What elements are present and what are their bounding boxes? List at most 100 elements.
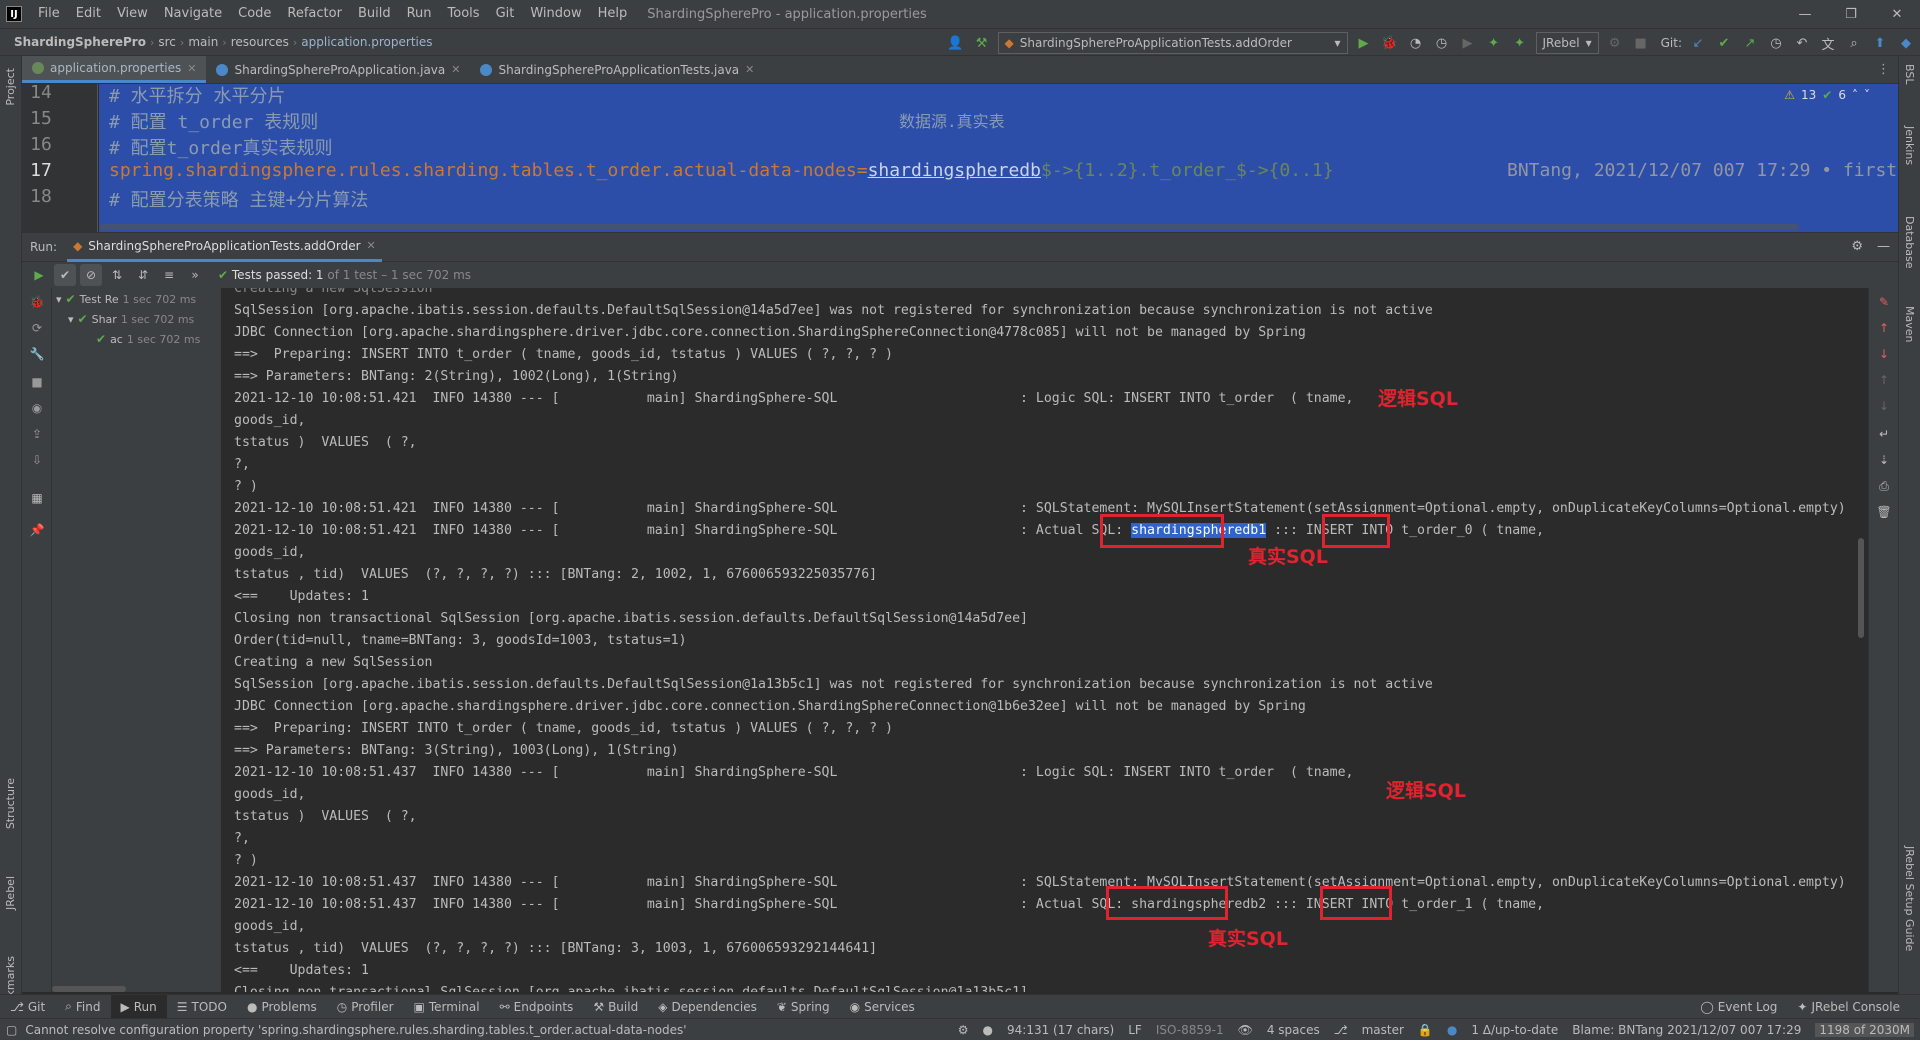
tool-git[interactable]: ⎇ Git xyxy=(0,995,55,1019)
project-tool-tab[interactable]: Project xyxy=(4,68,17,106)
gear-icon[interactable]: ⚙ xyxy=(1851,239,1863,254)
stop-square-icon[interactable]: ■ xyxy=(1631,33,1651,53)
chevron-up-icon[interactable]: ˄ xyxy=(1852,88,1858,102)
rollback-icon[interactable]: ↶ xyxy=(1792,33,1812,53)
jrebel-select[interactable]: JRebel ▾ xyxy=(1535,32,1599,54)
jrebel-debug-icon[interactable]: ✦ xyxy=(1510,33,1530,53)
menu-navigate[interactable]: Navigate xyxy=(156,0,230,28)
toolbox-icon[interactable]: ◆ xyxy=(1896,33,1916,53)
sort-alpha-icon[interactable]: ⇅ xyxy=(106,264,128,286)
down-icon[interactable]: ↓ xyxy=(1874,396,1894,416)
show-ignored-icon[interactable]: ⊘ xyxy=(80,264,102,286)
translate-icon[interactable]: 文 xyxy=(1818,33,1838,53)
chevron-down-icon[interactable]: ˅ xyxy=(1864,88,1870,102)
import-icon[interactable]: ⇩ xyxy=(27,450,47,470)
tool-spring[interactable]: ❦ Spring xyxy=(767,995,840,1019)
tool-find[interactable]: ⌕ Find xyxy=(55,995,110,1019)
arrow-up-icon[interactable]: ↑ xyxy=(1874,318,1894,338)
code-editor[interactable]: 14 15 16 17 18 # 水平拆分 水平分片 # 配置 t_order … xyxy=(22,84,1898,232)
tree-row-root[interactable]: ▾ ✔ Test Re 1 sec 702 ms xyxy=(56,292,196,306)
menu-code[interactable]: Code xyxy=(230,0,279,28)
tree-row-class[interactable]: ▾ ✔ Shar 1 sec 702 ms xyxy=(68,312,194,326)
coverage-icon[interactable]: ◔ xyxy=(1406,33,1426,53)
tree-row-method[interactable]: ✔ ac 1 sec 702 ms xyxy=(96,332,200,346)
close-icon[interactable]: ✕ xyxy=(745,63,754,76)
tab-application-tests-java[interactable]: ShardingSphereProApplicationTests.java ✕ xyxy=(470,56,764,83)
tab-application-java[interactable]: ShardingSphereProApplication.java ✕ xyxy=(206,56,470,83)
tab-application-properties[interactable]: application.properties ✕ xyxy=(22,56,207,83)
status-message[interactable]: Cannot resolve configuration property 's… xyxy=(17,1023,686,1037)
hide-icon[interactable]: — xyxy=(1877,239,1890,254)
menu-edit[interactable]: Edit xyxy=(68,0,109,28)
file-encoding[interactable]: ISO-8859-1 xyxy=(1156,1023,1224,1037)
tool-jrebel-console[interactable]: ✦ JRebel Console xyxy=(1787,995,1910,1019)
tool-problems[interactable]: ● Problems xyxy=(237,995,327,1019)
git-commit-icon[interactable]: ✔ xyxy=(1714,33,1734,53)
scroll-to-end-icon[interactable]: ⇣ xyxy=(1874,450,1894,470)
jrebel-setup-guide-tab[interactable]: JRebel Setup Guide xyxy=(1903,846,1916,951)
clear-filter-icon[interactable]: ✎ xyxy=(1874,292,1894,312)
status-window-icon[interactable]: ▢ xyxy=(0,1023,17,1037)
git-push-icon[interactable]: ↗ xyxy=(1740,33,1760,53)
tree-horizontal-scrollbar[interactable] xyxy=(52,986,126,992)
run-tab[interactable]: ◆ ShardingSphereProApplicationTests.addO… xyxy=(67,232,382,262)
close-icon[interactable]: ✕ xyxy=(367,239,376,252)
search-icon[interactable]: ⌕ xyxy=(1844,33,1864,53)
sort-duration-icon[interactable]: ⇵ xyxy=(132,264,154,286)
editor-horizontal-scrollbar[interactable] xyxy=(99,224,1799,230)
profile-icon[interactable]: ◷ xyxy=(1432,33,1452,53)
caret-position[interactable]: 94:131 (17 chars) xyxy=(1007,1023,1114,1037)
menu-window[interactable]: Window xyxy=(522,0,589,28)
tool-dependencies[interactable]: ◈ Dependencies xyxy=(648,995,767,1019)
close-icon[interactable]: ✕ xyxy=(451,63,460,76)
wrench-icon[interactable]: 🔧 xyxy=(27,344,47,364)
lock-icon[interactable]: 🔒 xyxy=(1418,1023,1433,1037)
run-icon[interactable]: ▶ xyxy=(1354,33,1374,53)
tool-todo[interactable]: ☰ TODO xyxy=(167,995,237,1019)
inspection-widget[interactable]: ⚠ 13 ✔ 6 ˄ ˅ xyxy=(1784,88,1870,102)
indent-setting[interactable]: 4 spaces xyxy=(1267,1023,1320,1037)
tool-services[interactable]: ◉ Services xyxy=(840,995,925,1019)
tool-endpoints[interactable]: ⚯ Endpoints xyxy=(490,995,584,1019)
git-branch[interactable]: master xyxy=(1362,1023,1404,1037)
bsl-tool-tab[interactable]: BSL xyxy=(1903,64,1916,84)
console-output[interactable]: Creating a new SqlSession SqlSession [or… xyxy=(222,288,1868,992)
jrebel-run-icon[interactable]: ✦ xyxy=(1484,33,1504,53)
tool-terminal[interactable]: ▣ Terminal xyxy=(404,995,490,1019)
update-ide-icon[interactable]: ⬆ xyxy=(1870,33,1890,53)
structure-tool-tab[interactable]: Structure xyxy=(4,778,17,829)
tool-build[interactable]: ⚒ Build xyxy=(583,995,648,1019)
property-value-link[interactable]: shardingspheredb xyxy=(868,160,1041,181)
debug-icon[interactable]: 🐞 xyxy=(1380,33,1400,53)
soft-wrap-icon[interactable]: ↵ xyxy=(1874,424,1894,444)
close-icon[interactable]: ✕ xyxy=(187,62,196,75)
menu-git[interactable]: Git xyxy=(488,0,523,28)
breadcrumb-resources[interactable]: resources xyxy=(227,35,293,49)
jrebel-tool-tab[interactable]: JRebel xyxy=(4,876,17,910)
git-history-icon[interactable]: ◷ xyxy=(1766,33,1786,53)
eye-icon[interactable]: 👁 xyxy=(1238,1023,1253,1037)
layout-icon[interactable]: ▦ xyxy=(27,488,47,508)
pin-icon[interactable]: 📌 xyxy=(27,520,47,540)
show-passed-icon[interactable]: ✔ xyxy=(54,264,76,286)
plugin-icon[interactable]: ⚙ xyxy=(958,1023,969,1037)
menu-view[interactable]: View xyxy=(109,0,156,28)
print-icon[interactable]: ⎙ xyxy=(1874,476,1894,496)
tool-event-log[interactable]: ◯ Event Log xyxy=(1690,995,1787,1019)
console-vertical-scrollbar[interactable] xyxy=(1858,538,1864,638)
menu-build[interactable]: Build xyxy=(350,0,399,28)
menu-help[interactable]: Help xyxy=(590,0,636,28)
more-options-icon[interactable]: ⋮ xyxy=(1877,62,1890,77)
close-button[interactable]: ✕ xyxy=(1874,0,1920,28)
up-icon[interactable]: ↑ xyxy=(1874,370,1894,390)
build-hammer-icon[interactable]: ⚒ xyxy=(972,33,992,53)
database-tool-tab[interactable]: Database xyxy=(1903,216,1916,269)
stop-icon[interactable]: ■ xyxy=(27,372,47,392)
breadcrumb-project[interactable]: ShardingSpherePro xyxy=(10,35,150,49)
jrebel-update-icon[interactable]: ⚙ xyxy=(1605,33,1625,53)
run-configuration-select[interactable]: ◆ ShardingSphereProApplicationTests.addO… xyxy=(997,32,1348,54)
menu-refactor[interactable]: Refactor xyxy=(279,0,350,28)
maven-tool-tab[interactable]: Maven xyxy=(1903,306,1916,342)
minimize-button[interactable]: — xyxy=(1782,0,1828,28)
breadcrumb-src[interactable]: src xyxy=(154,35,180,49)
